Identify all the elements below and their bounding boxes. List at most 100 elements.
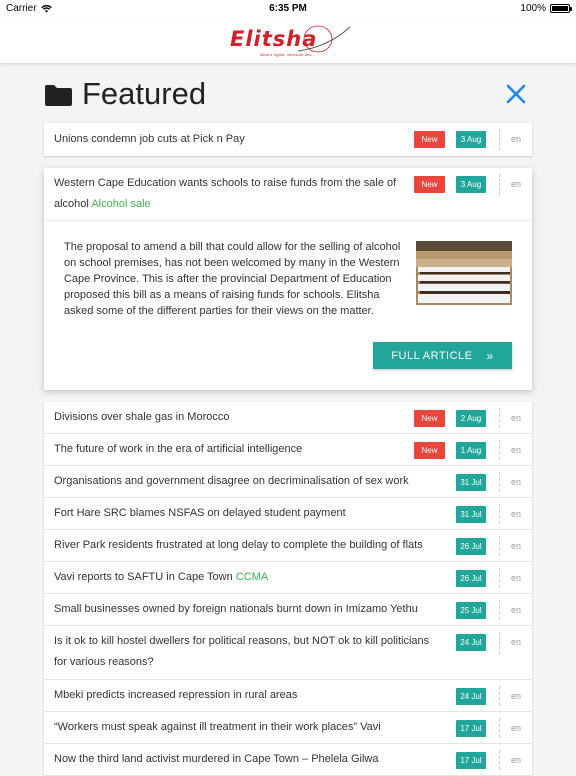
language-label: en (511, 637, 522, 647)
new-badge: New (414, 176, 445, 193)
date-badge: 2 Aug (456, 410, 486, 427)
language-label: en (511, 134, 522, 144)
article-title-text: “Workers must speak against ill treatmen… (54, 721, 381, 733)
language-label: en (511, 179, 522, 189)
divider (499, 504, 500, 524)
divider (499, 686, 500, 706)
list-item[interactable]: Is it ok to kill hostel dwellers for pol… (44, 626, 532, 680)
language-label: en (511, 541, 522, 551)
date-badge: 31 Jul (456, 474, 486, 491)
list-item[interactable]: Divisions over shale gas in Morocco New 2… (44, 402, 532, 434)
date-badge: 3 Aug (456, 131, 486, 148)
language-label: en (511, 445, 522, 455)
date-badge: 25 Jul (456, 602, 486, 619)
language-label: en (511, 605, 522, 615)
article-title[interactable]: Unions condemn job cuts at Pick n Pay (54, 129, 245, 150)
double-chevron-right-icon: » (486, 348, 494, 363)
battery-icon (550, 4, 572, 13)
article-list: Divisions over shale gas in Morocco New 2… (44, 402, 532, 776)
date-badge: 31 Jul (456, 506, 486, 523)
language-label: en (511, 573, 522, 583)
elitsha-logo[interactable]: Elitsha labour rights, decisive dev (228, 23, 353, 59)
article-title[interactable]: River Park residents frustrated at long … (54, 535, 423, 556)
language-label: en (511, 723, 522, 733)
app-header: Elitsha labour rights, decisive dev (0, 20, 576, 64)
article-title-text: Now the third land activist murdered in … (54, 753, 379, 765)
article-title[interactable]: Western Cape Education wants schools to … (54, 173, 404, 215)
featured-header: Featured (45, 76, 531, 112)
divider (499, 174, 500, 195)
date-badge: 17 Jul (456, 720, 486, 737)
list-item[interactable]: Organisations and government disagree on… (44, 466, 532, 498)
list-item[interactable]: Now the third land activist murdered in … (44, 744, 532, 776)
language-label: en (511, 477, 522, 487)
date-badge: 1 Aug (456, 442, 486, 459)
article-tag[interactable]: Alcohol sale (91, 198, 150, 210)
article-title-text: Mbeki predicts increased repression in r… (54, 689, 298, 701)
list-item[interactable]: “Workers must speak against ill treatmen… (44, 712, 532, 744)
language-label: en (511, 691, 522, 701)
article-title-text: Vavi reports to SAFTU in Cape Town (54, 571, 233, 583)
language-label: en (511, 755, 522, 765)
date-badge: 24 Jul (456, 634, 486, 651)
divider (499, 408, 500, 428)
status-bar: Carrier 6:35 PM 100% (0, 0, 576, 20)
clock: 6:35 PM (269, 3, 307, 14)
date-badge: 26 Jul (456, 538, 486, 555)
article-title-text: The future of work in the era of artific… (54, 443, 303, 455)
article-summary: The proposal to amend a bill that could … (64, 241, 401, 317)
article-title-text: River Park residents frustrated at long … (54, 539, 423, 551)
list-item[interactable]: Mbeki predicts increased repression in r… (44, 680, 532, 712)
article-title[interactable]: Fort Hare SRC blames NSFAS on delayed st… (54, 503, 346, 524)
article-preview: The proposal to amend a bill that could … (44, 220, 532, 369)
article-title[interactable]: “Workers must speak against ill treatmen… (54, 717, 381, 738)
article-title-text: Fort Hare SRC blames NSFAS on delayed st… (54, 507, 346, 519)
list-item[interactable]: River Park residents frustrated at long … (44, 530, 532, 562)
featured-title: Featured (82, 76, 207, 111)
divider (499, 632, 500, 654)
divider (499, 536, 500, 556)
article-title[interactable]: Organisations and government disagree on… (54, 471, 409, 492)
logo-text: Elitsha (230, 27, 318, 51)
divider (499, 568, 500, 588)
list-item[interactable]: Fort Hare SRC blames NSFAS on delayed st… (44, 498, 532, 530)
new-badge: New (414, 131, 445, 148)
article-title-text: Divisions over shale gas in Morocco (54, 411, 230, 423)
divider (499, 718, 500, 738)
list-item[interactable]: Vavi reports to SAFTU in Cape Town CCMA 2… (44, 562, 532, 594)
list-item[interactable]: The future of work in the era of artific… (44, 434, 532, 466)
article-title[interactable]: Small businesses owned by foreign nation… (54, 599, 418, 620)
article-title[interactable]: Mbeki predicts increased repression in r… (54, 685, 297, 706)
article-title-text: Organisations and government disagree on… (54, 475, 409, 487)
divider (499, 440, 500, 460)
divider (499, 472, 500, 492)
full-article-button[interactable]: FULL ARTICLE » (373, 342, 512, 369)
article-title[interactable]: Vavi reports to SAFTU in Cape Town CCMA (54, 567, 268, 588)
date-badge: 24 Jul (456, 688, 486, 705)
divider (499, 750, 500, 770)
close-icon[interactable] (505, 83, 527, 105)
date-badge: 26 Jul (456, 570, 486, 587)
article-thumbnail[interactable] (416, 241, 512, 305)
article-title-text: Small businesses owned by foreign nation… (54, 603, 418, 615)
date-badge: 3 Aug (456, 176, 486, 193)
article-title[interactable]: Is it ok to kill hostel dwellers for pol… (54, 631, 444, 673)
article-title[interactable]: Now the third land activist murdered in … (54, 749, 378, 770)
full-article-label: FULL ARTICLE (391, 349, 473, 362)
divider (499, 129, 500, 150)
language-label: en (511, 413, 522, 423)
new-badge: New (414, 410, 445, 427)
folder-icon (45, 85, 72, 106)
new-badge: New (414, 442, 445, 459)
article-card-expanded[interactable]: Western Cape Education wants schools to … (44, 168, 532, 390)
list-item[interactable]: Small businesses owned by foreign nation… (44, 594, 532, 626)
article-title[interactable]: Divisions over shale gas in Morocco (54, 407, 229, 428)
battery-percent: 100% (520, 3, 546, 14)
article-title[interactable]: The future of work in the era of artific… (54, 439, 302, 460)
logo-tagline: labour rights, decisive dev (260, 52, 312, 57)
date-badge: 17 Jul (456, 752, 486, 769)
article-title-text: Is it ok to kill hostel dwellers for pol… (54, 635, 430, 668)
article-card[interactable]: Unions condemn job cuts at Pick n Pay Ne… (44, 123, 532, 156)
battery-indicator: 100% (520, 3, 572, 14)
article-tag[interactable]: CCMA (236, 571, 268, 583)
